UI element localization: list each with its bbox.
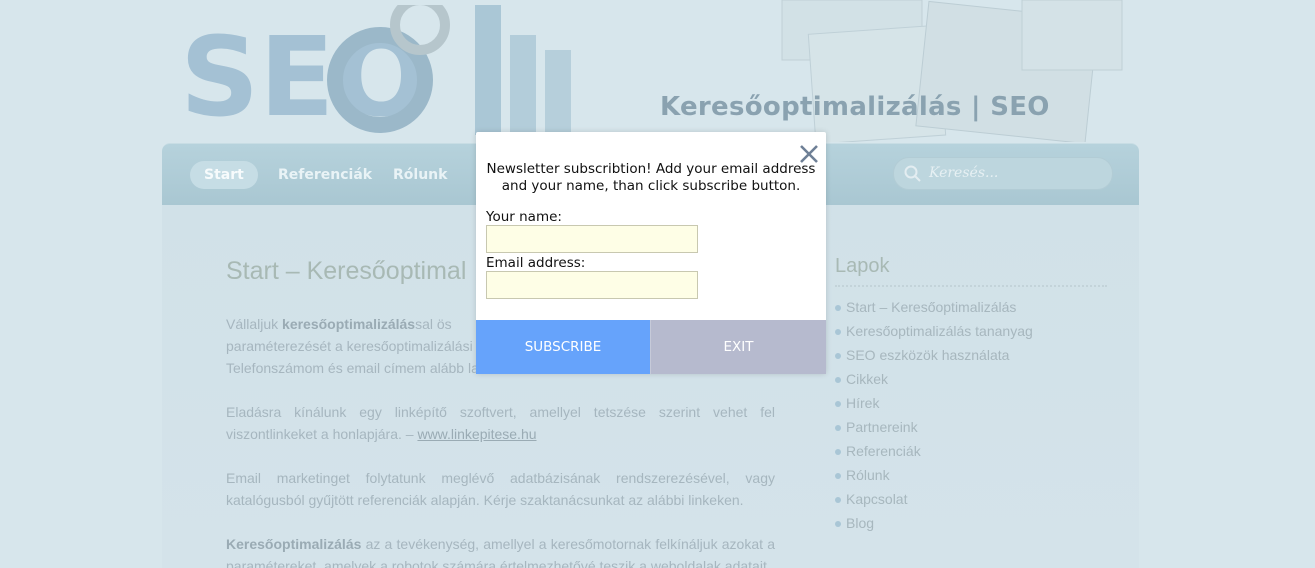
site-title[interactable]: Keresőoptimalizálás | SEO (660, 92, 1050, 122)
bullet-icon (835, 425, 841, 432)
bullet-icon (835, 497, 841, 504)
search-placeholder: Keresés... (929, 165, 999, 181)
linkepites-link[interactable]: www.linkepitese.hu (417, 426, 536, 442)
email-label: Email address: (486, 255, 586, 271)
sidebar-item[interactable]: Start – Keresőoptimalizálás (835, 297, 1033, 321)
sidebar-item[interactable]: SEO eszközök használata (835, 345, 1033, 369)
exit-button[interactable]: EXIT (650, 320, 826, 374)
sidebar-item[interactable]: Cikkek (835, 369, 1033, 393)
bullet-icon (835, 377, 841, 384)
sidebar-divider (835, 285, 1107, 287)
sidebar-item[interactable]: Referenciák (835, 441, 1033, 465)
newsletter-modal: Newsletter subscribtion! Add your email … (476, 132, 826, 374)
newsletter-message: Newsletter subscribtion! Add your email … (486, 161, 816, 194)
bullet-icon (835, 401, 841, 408)
email-field[interactable] (486, 271, 698, 299)
name-label: Your name: (486, 209, 562, 225)
page-title: Start – Keresőoptimal (226, 257, 467, 285)
seo-definition-paragraph: Keresőoptimalizálás az a tevékenység, am… (226, 536, 775, 568)
sidebar-item[interactable]: Kapcsolat (835, 489, 1033, 513)
email-marketing-paragraph: Email marketinget folytatunk meglévő ada… (226, 470, 775, 508)
bullet-icon (835, 329, 841, 336)
bullet-icon (835, 473, 841, 480)
sidebar-pages-list: Start – Keresőoptimalizálás Keresőoptima… (835, 297, 1033, 537)
nav-item-start[interactable]: Start (190, 161, 258, 189)
bullet-icon (835, 449, 841, 456)
search-box[interactable]: Keresés... (893, 157, 1113, 190)
subscribe-button[interactable]: SUBSCRIBE (476, 320, 650, 374)
name-field[interactable] (486, 225, 698, 253)
bullet-icon (835, 521, 841, 528)
sidebar-title: Lapok (835, 255, 890, 277)
sidebar-item[interactable]: Hírek (835, 393, 1033, 417)
sidebar-item[interactable]: Keresőoptimalizálás tananyag (835, 321, 1033, 345)
sidebar-item[interactable]: Rólunk (835, 465, 1033, 489)
site-header: SEO Keresőoptimalizálás | SEO (162, 0, 1139, 145)
nav-item-rolunk[interactable]: Rólunk (379, 161, 461, 189)
bullet-icon (835, 305, 841, 312)
nav-item-referenciak[interactable]: Referenciák (264, 161, 386, 189)
search-icon (904, 165, 921, 182)
bullet-icon (835, 353, 841, 360)
sidebar-item[interactable]: Blog (835, 513, 1033, 537)
software-paragraph: Eladásra kínálunk egy linképítő szoftver… (226, 404, 775, 442)
sidebar-item[interactable]: Partnereink (835, 417, 1033, 441)
seo-banner-graphic: SEO (180, 5, 571, 140)
